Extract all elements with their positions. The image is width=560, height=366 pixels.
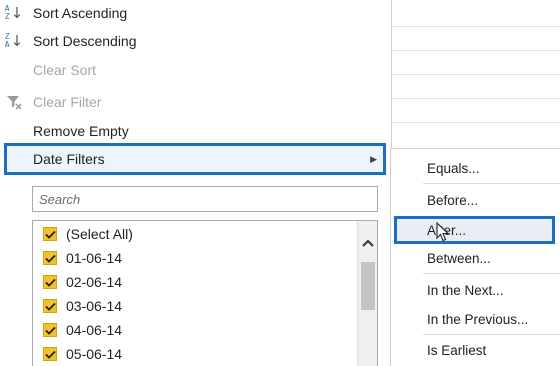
clear-filter-item: Clear Filter	[0, 89, 390, 115]
list-scrollbar[interactable]	[357, 221, 377, 366]
column-filter-menu: A Z ↓ Sort Ascending Z A ↓ Sort Descending C…	[0, 0, 392, 366]
submenu-separator	[423, 183, 560, 184]
checkmark-icon	[44, 326, 56, 335]
checkbox[interactable]	[43, 347, 57, 361]
list-item[interactable]: 03-06-14	[43, 295, 122, 317]
search-placeholder: Search	[39, 192, 81, 207]
background-grid	[390, 0, 560, 150]
list-item-label: 03-06-14	[66, 298, 123, 314]
submenu-item-label: Is Earliest	[427, 342, 487, 358]
list-item-label: 05-06-14	[66, 346, 123, 362]
checkmark-icon	[44, 302, 56, 311]
checkmark-icon	[44, 350, 56, 359]
submenu-arrow-icon: ▶	[370, 153, 377, 164]
date-filters-submenu: Equals... Before... After... Between... …	[390, 148, 560, 366]
checkbox[interactable]	[43, 227, 57, 241]
sort-descending-item[interactable]: Z A ↓ Sort Descending	[0, 28, 390, 54]
submenu-item-label: Equals...	[427, 160, 480, 176]
scrollbar-thumb[interactable]	[361, 262, 375, 310]
select-all-item[interactable]: (Select All)	[43, 223, 133, 245]
checkbox[interactable]	[43, 299, 57, 313]
sort-descending-icon: Z A ↓	[4, 32, 24, 50]
clear-filter-label: Clear Filter	[33, 94, 102, 110]
submenu-item-equals[interactable]: Equals...	[391, 155, 560, 181]
list-item-label: (Select All)	[66, 226, 133, 242]
sort-descending-label: Sort Descending	[33, 33, 137, 49]
list-item-label: 02-06-14	[66, 274, 123, 290]
submenu-item-before[interactable]: Before...	[391, 187, 560, 213]
clear-filter-icon	[4, 91, 24, 113]
submenu-item-label: Before...	[427, 192, 479, 208]
scroll-up-icon[interactable]	[360, 235, 376, 251]
date-filters-item[interactable]: Date Filters ▶	[4, 143, 386, 175]
clear-sort-label: Clear Sort	[33, 62, 97, 78]
sort-ascending-label: Sort Ascending	[33, 5, 128, 21]
remove-empty-label: Remove Empty	[33, 123, 129, 139]
checkbox[interactable]	[43, 323, 57, 337]
submenu-item-is-earliest[interactable]: Is Earliest	[391, 337, 560, 363]
submenu-item-in-the-previous[interactable]: In the Previous...	[391, 306, 560, 332]
date-filters-label: Date Filters	[33, 151, 105, 167]
sort-ascending-item[interactable]: A Z ↓ Sort Ascending	[0, 0, 390, 26]
submenu-item-in-the-next[interactable]: In the Next...	[391, 277, 560, 303]
submenu-item-label: Between...	[427, 250, 491, 266]
checkmark-icon	[44, 230, 56, 239]
list-item-label: 04-06-14	[66, 322, 123, 338]
clear-sort-item: Clear Sort	[0, 57, 390, 83]
list-item[interactable]: 01-06-14	[43, 247, 122, 269]
checkmark-icon	[44, 278, 56, 287]
submenu-separator	[423, 273, 560, 274]
list-item[interactable]: 02-06-14	[43, 271, 122, 293]
list-item-label: 01-06-14	[66, 250, 123, 266]
checkmark-icon	[44, 254, 56, 263]
sort-ascending-icon: A Z ↓	[4, 4, 24, 22]
list-item[interactable]: 05-06-14	[43, 343, 122, 365]
search-input[interactable]: Search	[32, 186, 378, 212]
submenu-item-after[interactable]: After...	[394, 216, 555, 244]
submenu-item-label: In the Next...	[427, 282, 504, 298]
remove-empty-item[interactable]: Remove Empty	[0, 118, 390, 144]
submenu-item-between[interactable]: Between...	[391, 245, 560, 271]
submenu-separator	[423, 334, 560, 335]
checkbox[interactable]	[43, 275, 57, 289]
list-item[interactable]: 04-06-14	[43, 319, 122, 341]
mouse-cursor-icon	[436, 222, 450, 242]
values-list: (Select All) 01-06-14 02-06-14 03-06-14 04-0…	[32, 220, 378, 366]
checkbox[interactable]	[43, 251, 57, 265]
submenu-item-label: In the Previous...	[427, 311, 529, 327]
